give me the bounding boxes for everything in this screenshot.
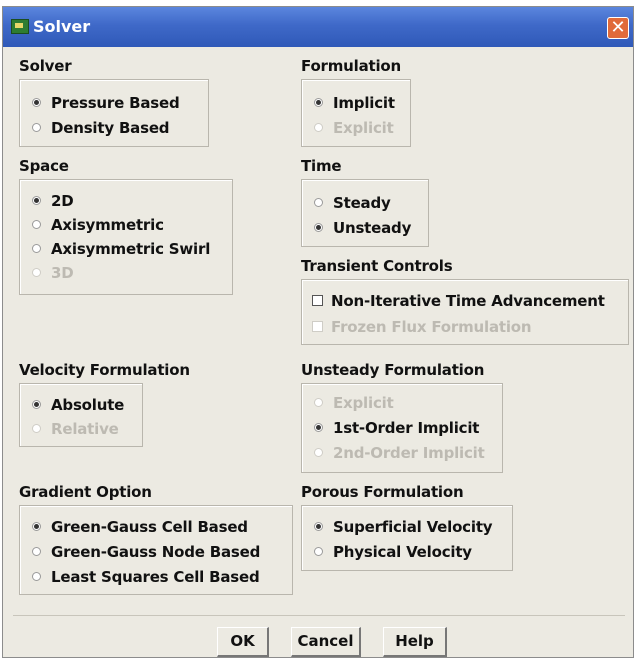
space-group: 2D Axisymmetric Axisymmetric Swirl 3D <box>19 179 233 295</box>
radio-icon <box>32 547 41 556</box>
radio-icon <box>314 123 323 132</box>
unsteady-2nd-order-implicit-radio: 2nd-Order Implicit <box>314 444 485 462</box>
unsteady-explicit-radio: Explicit <box>314 394 394 412</box>
space-2d-radio[interactable]: 2D <box>32 192 74 210</box>
button-separator <box>13 615 625 616</box>
frozen-flux-formulation-checkbox: Frozen Flux Formulation <box>312 318 532 336</box>
radio-icon <box>32 123 41 132</box>
radio-selected-icon <box>314 223 323 232</box>
cancel-button[interactable]: Cancel <box>291 627 361 657</box>
transient-controls-group: Non-Iterative Time Advancement Frozen Fl… <box>301 279 629 345</box>
radio-icon <box>314 547 323 556</box>
window-title: Solver <box>33 17 91 36</box>
radio-icon <box>32 220 41 229</box>
formulation-group-label: Formulation <box>301 57 402 75</box>
title-bar[interactable]: Solver ✕ <box>3 7 633 47</box>
time-unsteady-radio[interactable]: Unsteady <box>314 219 411 237</box>
radio-selected-icon <box>32 196 41 205</box>
radio-icon <box>32 572 41 581</box>
space-3d-radio: 3D <box>32 264 74 282</box>
radio-icon <box>314 198 323 207</box>
gradient-option-group: Green-Gauss Cell Based Green-Gauss Node … <box>19 505 293 595</box>
checkbox-icon <box>312 295 323 306</box>
app-icon <box>11 19 29 34</box>
close-button[interactable]: ✕ <box>607 17 629 39</box>
non-iterative-time-advancement-checkbox[interactable]: Non-Iterative Time Advancement <box>312 292 605 310</box>
radio-selected-icon <box>32 98 41 107</box>
gradient-option-group-label: Gradient Option <box>19 483 152 501</box>
green-gauss-cell-based-radio[interactable]: Green-Gauss Cell Based <box>32 518 248 536</box>
radio-icon <box>32 424 41 433</box>
velocity-formulation-group: Absolute Relative <box>19 383 143 447</box>
solver-pressure-based-radio[interactable]: Pressure Based <box>32 94 180 112</box>
solver-density-based-radio[interactable]: Density Based <box>32 119 170 137</box>
solver-dialog: Solver ✕ Solver Pressure Based Density B… <box>2 6 634 658</box>
porous-formulation-group-label: Porous Formulation <box>301 483 464 501</box>
solver-group-label: Solver <box>19 57 72 75</box>
help-button[interactable]: Help <box>383 627 447 657</box>
unsteady-1st-order-implicit-radio[interactable]: 1st-Order Implicit <box>314 419 479 437</box>
unsteady-formulation-group: Explicit 1st-Order Implicit 2nd-Order Im… <box>301 383 503 473</box>
formulation-explicit-radio: Explicit <box>314 119 394 137</box>
unsteady-formulation-group-label: Unsteady Formulation <box>301 361 485 379</box>
checkbox-icon <box>312 321 323 332</box>
space-axisymmetric-radio[interactable]: Axisymmetric <box>32 216 164 234</box>
physical-velocity-radio[interactable]: Physical Velocity <box>314 543 472 561</box>
space-group-label: Space <box>19 157 69 175</box>
radio-icon <box>32 244 41 253</box>
velocity-absolute-radio[interactable]: Absolute <box>32 396 124 414</box>
superficial-velocity-radio[interactable]: Superficial Velocity <box>314 518 493 536</box>
formulation-implicit-radio[interactable]: Implicit <box>314 94 395 112</box>
ok-button[interactable]: OK <box>217 627 269 657</box>
transient-controls-group-label: Transient Controls <box>301 257 453 275</box>
solver-group: Pressure Based Density Based <box>19 79 209 147</box>
radio-icon <box>314 398 323 407</box>
radio-selected-icon <box>32 400 41 409</box>
close-icon: ✕ <box>610 17 626 38</box>
time-steady-radio[interactable]: Steady <box>314 194 391 212</box>
radio-selected-icon <box>314 98 323 107</box>
radio-selected-icon <box>32 522 41 531</box>
velocity-relative-radio: Relative <box>32 420 119 438</box>
radio-selected-icon <box>314 423 323 432</box>
velocity-formulation-group-label: Velocity Formulation <box>19 361 190 379</box>
time-group-label: Time <box>301 157 342 175</box>
radio-icon <box>314 448 323 457</box>
porous-formulation-group: Superficial Velocity Physical Velocity <box>301 505 513 571</box>
time-group: Steady Unsteady <box>301 179 429 247</box>
formulation-group: Implicit Explicit <box>301 79 411 147</box>
space-axisymmetric-swirl-radio[interactable]: Axisymmetric Swirl <box>32 240 210 258</box>
radio-selected-icon <box>314 522 323 531</box>
least-squares-cell-based-radio[interactable]: Least Squares Cell Based <box>32 568 260 586</box>
green-gauss-node-based-radio[interactable]: Green-Gauss Node Based <box>32 543 260 561</box>
radio-icon <box>32 268 41 277</box>
